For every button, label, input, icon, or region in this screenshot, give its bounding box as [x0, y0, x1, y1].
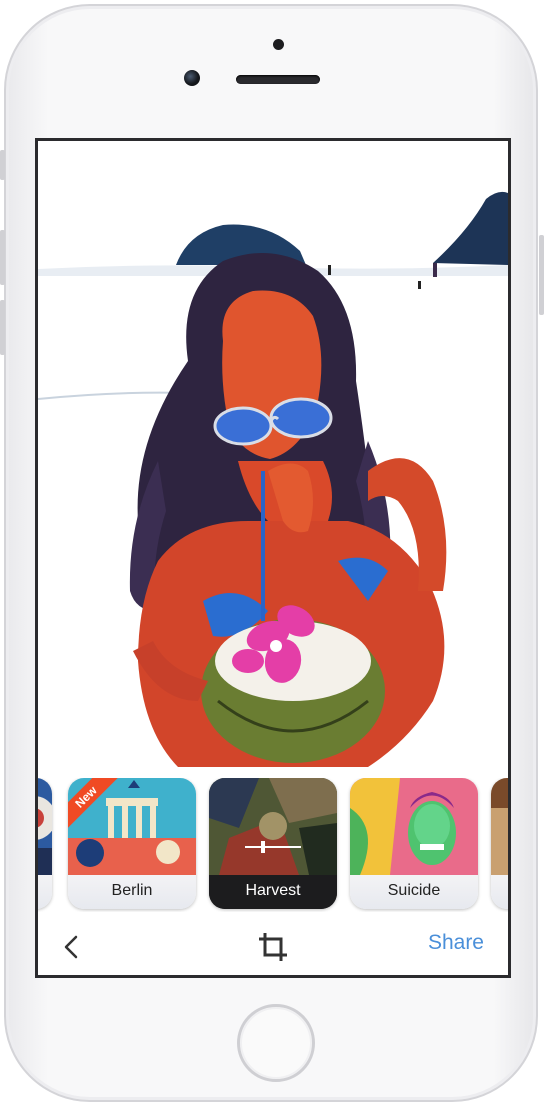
- filter-thumbnail: [491, 778, 508, 875]
- volume-down-button: [0, 300, 5, 355]
- crop-button[interactable]: [256, 929, 290, 965]
- filter-card-partial-right[interactable]: [491, 778, 508, 909]
- proximity-sensor: [273, 39, 284, 50]
- filter-thumbnail: [38, 778, 52, 875]
- filter-card-suicide[interactable]: Suicide: [350, 778, 478, 909]
- filter-thumbnail: [350, 778, 478, 875]
- filter-thumbnail: [209, 778, 337, 875]
- earpiece-speaker: [236, 75, 320, 84]
- mute-switch: [0, 150, 5, 180]
- power-button: [539, 235, 544, 315]
- filter-label-berlin: Berlin: [68, 875, 196, 909]
- share-button[interactable]: Share: [428, 931, 484, 955]
- app-screen: New Berlin Harvest Suicide Share: [35, 138, 511, 978]
- front-camera: [184, 70, 200, 86]
- filter-label: [38, 875, 52, 909]
- filtered-photo: [38, 141, 508, 767]
- home-button[interactable]: [237, 1004, 315, 1082]
- chevron-left-icon: [64, 935, 78, 959]
- filter-card-berlin[interactable]: New Berlin: [68, 778, 196, 909]
- filter-card-harvest[interactable]: Harvest: [209, 778, 337, 909]
- filter-label-harvest: Harvest: [209, 875, 337, 909]
- filter-label: [491, 875, 508, 909]
- back-button[interactable]: [56, 929, 86, 965]
- volume-up-button: [0, 230, 5, 285]
- filter-label-suicide: Suicide: [350, 875, 478, 909]
- intensity-slider-icon[interactable]: [243, 840, 303, 854]
- filter-card-partial-left[interactable]: [38, 778, 52, 909]
- crop-icon: [259, 933, 287, 961]
- bottom-toolbar: Share: [38, 921, 508, 975]
- filter-carousel[interactable]: New Berlin Harvest Suicide: [38, 778, 508, 912]
